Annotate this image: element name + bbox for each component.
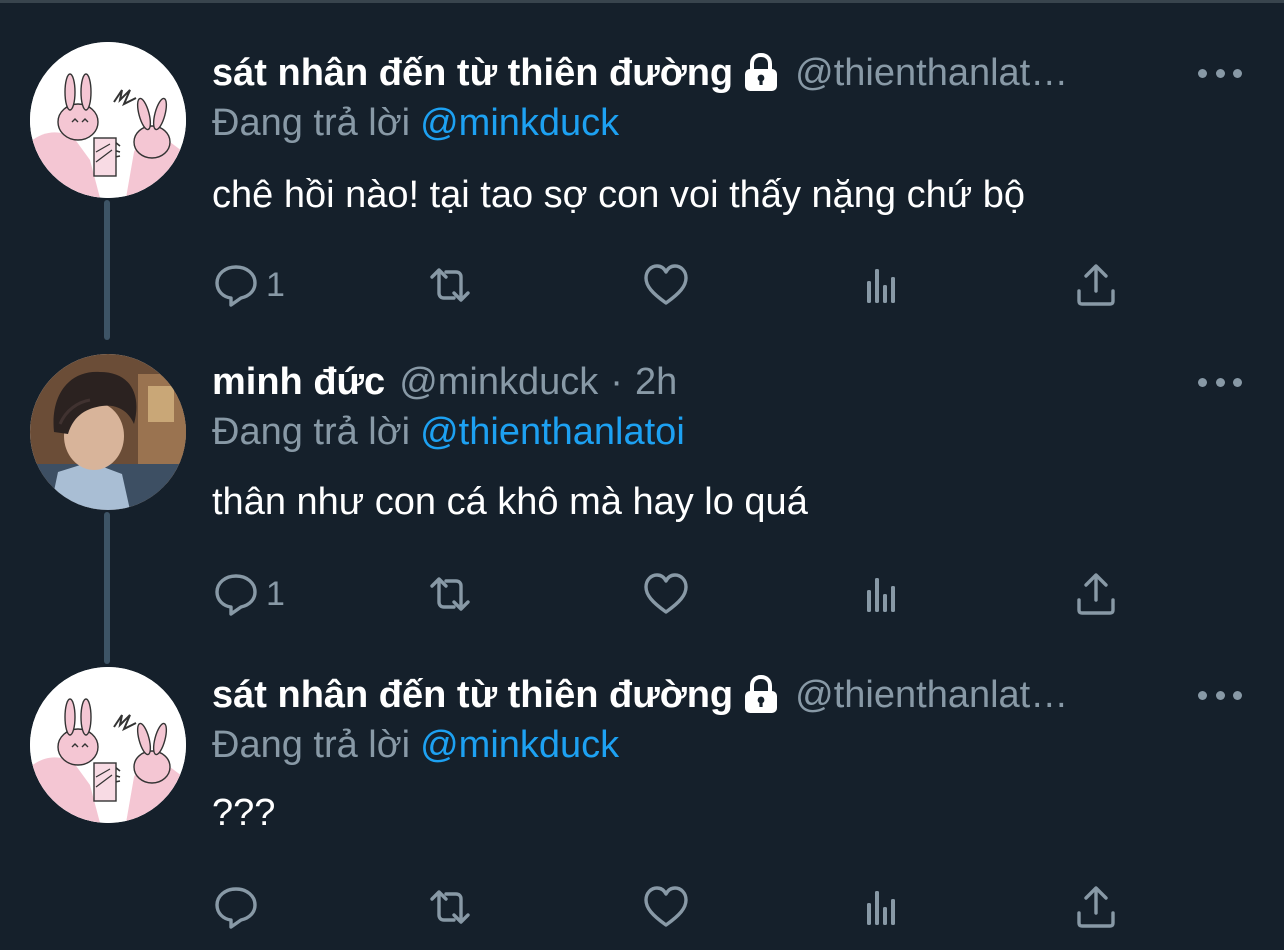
analytics-button[interactable] bbox=[858, 569, 906, 619]
retweet-icon bbox=[426, 261, 474, 309]
mention-link[interactable]: @minkduck bbox=[420, 102, 619, 144]
tweet-header: sát nhân đến từ thiên đường @thienthanla… bbox=[212, 48, 1192, 98]
retweet-icon bbox=[426, 570, 474, 618]
retweet-button[interactable] bbox=[426, 260, 474, 310]
more-options-icon[interactable] bbox=[1198, 371, 1242, 393]
display-name[interactable]: minh đức bbox=[212, 357, 385, 407]
retweet-icon bbox=[426, 883, 474, 931]
display-name[interactable]: sát nhân đến từ thiên đường bbox=[212, 48, 733, 98]
replying-to: Đang trả lời @thienthanlatoi bbox=[212, 407, 685, 457]
thread-line-1 bbox=[104, 200, 110, 340]
like-button[interactable] bbox=[642, 569, 690, 619]
like-icon bbox=[642, 261, 690, 309]
analytics-button[interactable] bbox=[858, 882, 906, 932]
tweet-actions: 1 bbox=[212, 260, 1132, 310]
avatar[interactable] bbox=[30, 42, 186, 198]
timestamp[interactable]: 2h bbox=[635, 357, 677, 407]
share-button[interactable] bbox=[1072, 882, 1120, 932]
separator: · bbox=[610, 361, 623, 403]
lock-icon bbox=[741, 675, 781, 715]
analytics-button[interactable] bbox=[858, 260, 906, 310]
replying-to-label: Đang trả lời bbox=[212, 724, 411, 766]
rabbit-avatar-image bbox=[30, 42, 186, 198]
tweet-header: sát nhân đến từ thiên đường @thienthanla… bbox=[212, 670, 1192, 720]
share-icon bbox=[1072, 261, 1120, 309]
user-handle[interactable]: @thienthanlat… bbox=[795, 670, 1068, 720]
retweet-button[interactable] bbox=[426, 882, 474, 932]
reply-icon bbox=[212, 883, 260, 931]
more-options-icon[interactable] bbox=[1198, 684, 1242, 706]
reply-button[interactable]: 1 bbox=[212, 569, 285, 619]
reply-button[interactable]: 1 bbox=[212, 260, 285, 310]
conversation-thread: sát nhân đến từ thiên đường @thienthanla… bbox=[0, 0, 1284, 950]
replying-to-label: Đang trả lời bbox=[212, 102, 411, 144]
thread-line-2 bbox=[104, 512, 110, 664]
share-button[interactable] bbox=[1072, 569, 1120, 619]
like-icon bbox=[642, 570, 690, 618]
user-handle[interactable]: @minkduck bbox=[399, 357, 598, 407]
analytics-icon bbox=[858, 261, 906, 309]
lock-icon bbox=[741, 53, 781, 93]
retweet-button[interactable] bbox=[426, 569, 474, 619]
tweet-actions: 1 bbox=[212, 569, 1132, 619]
tweet-text: chê hồi nào! tại tao sợ con voi thấy nặn… bbox=[212, 174, 1025, 216]
profile-photo-image bbox=[30, 354, 186, 510]
avatar[interactable] bbox=[30, 354, 186, 510]
tweet-header: minh đức @minkduck · 2h bbox=[212, 357, 1192, 407]
mention-link[interactable]: @thienthanlatoi bbox=[420, 411, 685, 453]
replying-to: Đang trả lời @minkduck bbox=[212, 720, 619, 770]
mention-link[interactable]: @minkduck bbox=[420, 724, 619, 766]
replying-to-label: Đang trả lời bbox=[212, 411, 411, 453]
tweet-text: ??? bbox=[212, 792, 276, 834]
share-button[interactable] bbox=[1072, 260, 1120, 310]
user-handle[interactable]: @thienthanlat… bbox=[795, 48, 1068, 98]
reply-icon bbox=[212, 570, 260, 618]
like-button[interactable] bbox=[642, 260, 690, 310]
reply-button[interactable] bbox=[212, 882, 266, 932]
top-divider bbox=[0, 0, 1284, 3]
reply-icon bbox=[212, 261, 260, 309]
avatar[interactable] bbox=[30, 667, 186, 823]
rabbit-avatar-image bbox=[30, 667, 186, 823]
like-button[interactable] bbox=[642, 882, 690, 932]
tweet-actions bbox=[212, 882, 1132, 932]
tweet-text: thân như con cá khô mà hay lo quá bbox=[212, 481, 808, 523]
reply-count: 1 bbox=[266, 265, 285, 304]
reply-count: 1 bbox=[266, 574, 285, 613]
share-icon bbox=[1072, 570, 1120, 618]
analytics-icon bbox=[858, 883, 906, 931]
display-name[interactable]: sát nhân đến từ thiên đường bbox=[212, 670, 733, 720]
share-icon bbox=[1072, 883, 1120, 931]
more-options-icon[interactable] bbox=[1198, 62, 1242, 84]
like-icon bbox=[642, 883, 690, 931]
replying-to: Đang trả lời @minkduck bbox=[212, 98, 619, 148]
analytics-icon bbox=[858, 570, 906, 618]
